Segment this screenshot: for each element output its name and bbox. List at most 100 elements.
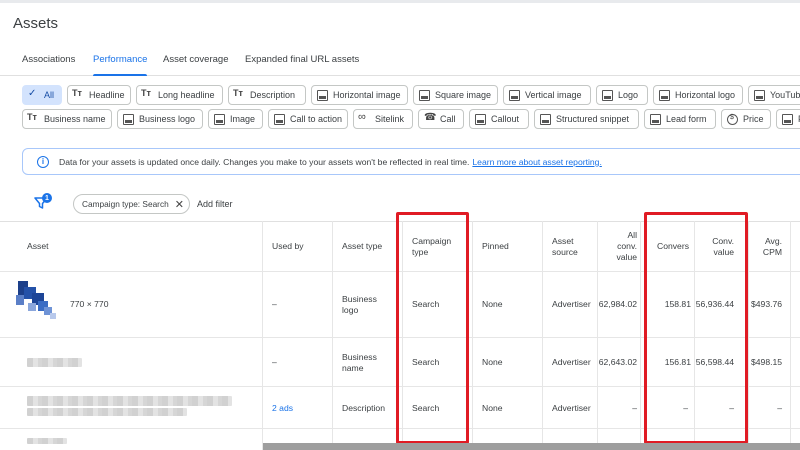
chip-all[interactable]: All	[22, 85, 62, 105]
price-icon	[727, 113, 738, 125]
chip-label: Call to action	[290, 114, 343, 124]
phone-icon	[424, 112, 436, 125]
cell-line: Business	[342, 352, 377, 362]
tab-expanded-final-url-assets[interactable]: Expanded final URL assets	[245, 54, 359, 76]
conversions-highlight	[644, 212, 748, 444]
column-divider	[262, 221, 263, 450]
header-line: CPM	[762, 247, 782, 257]
chip-label: Image	[230, 114, 256, 124]
tab-asset-coverage[interactable]: Asset coverage	[163, 54, 228, 76]
chip-callout[interactable]: Callout	[469, 109, 529, 129]
chip-label: Logo	[618, 90, 639, 100]
header-line: value	[616, 252, 637, 262]
chip-youtube[interactable]: YouTube	[748, 85, 800, 105]
avg-cpm-cell: –	[777, 403, 782, 413]
chip-business-logo[interactable]: Business logo	[117, 109, 203, 129]
chip-logo[interactable]: Logo	[596, 85, 648, 105]
tab-associations[interactable]: Associations	[22, 54, 75, 76]
pinned-cell: None	[482, 299, 503, 309]
chip-image[interactable]: Image	[208, 109, 263, 129]
used-by-cell: –	[272, 357, 277, 367]
header-pinned[interactable]: Pinned	[482, 241, 509, 252]
header-asset-source[interactable]: Asset source	[552, 236, 578, 258]
learn-more-link[interactable]: Learn more about asset reporting.	[472, 157, 601, 167]
chip-business-name[interactable]: Business name	[22, 109, 112, 129]
chip-price[interactable]: Price	[721, 109, 771, 129]
text-icon	[27, 112, 39, 125]
header-avg-cpm[interactable]: Avg. CPM	[750, 236, 782, 258]
add-filter-button[interactable]: Add filter	[197, 199, 233, 209]
form-icon	[650, 113, 661, 125]
video-icon	[754, 89, 765, 101]
used-by-cell: –	[272, 299, 277, 309]
header-line: Asset	[552, 236, 574, 246]
chip-horizontal-logo[interactable]: Horizontal logo	[653, 85, 743, 105]
redacted-asset-text	[27, 438, 67, 444]
column-divider	[542, 221, 543, 450]
page-title: Assets	[13, 15, 59, 32]
close-icon[interactable]: ✕	[175, 198, 184, 211]
image-icon	[123, 113, 134, 125]
chip-lead-form[interactable]: Lead form	[644, 109, 716, 129]
text-icon	[141, 88, 153, 101]
chip-label: Call	[440, 114, 456, 124]
chip-structured-snippet[interactable]: Structured snippet	[534, 109, 639, 129]
chip-headline[interactable]: Headline	[67, 85, 131, 105]
chip-description[interactable]: Description	[228, 85, 306, 105]
top-border	[0, 0, 800, 3]
chip-label: Structured snippet	[556, 114, 630, 124]
link-icon	[358, 111, 370, 125]
asset-source-cell: Advertiser	[552, 357, 591, 367]
filter-chip-label: Campaign type: Search	[82, 199, 169, 209]
redacted-asset-text	[27, 396, 232, 406]
chip-square-image[interactable]: Square image	[413, 85, 498, 105]
column-divider	[472, 221, 473, 450]
horizontal-scrollbar[interactable]	[263, 443, 800, 450]
chip-label: Long headline	[158, 90, 215, 100]
business-logo-thumbnail[interactable]	[16, 281, 61, 323]
campaign-type-filter-chip[interactable]: Campaign type: Search ✕	[73, 194, 190, 214]
chip-long-headline[interactable]: Long headline	[136, 85, 223, 105]
chip-label: Square image	[435, 90, 492, 100]
all-conv-value-cell: 62,984.02	[598, 299, 637, 309]
chip-label: All	[44, 90, 55, 100]
all-conv-value-cell: 62,643.02	[598, 357, 637, 367]
asset-source-cell: Advertiser	[552, 299, 591, 309]
chip-vertical-image[interactable]: Vertical image	[503, 85, 591, 105]
image-icon	[214, 113, 225, 125]
call-to-action-icon	[274, 113, 285, 125]
chip-label: Callout	[491, 114, 520, 124]
header-asset-type[interactable]: Asset type	[342, 241, 382, 252]
all-conv-value-cell: –	[632, 403, 637, 413]
chip-label: Description	[250, 90, 296, 100]
header-line: conv.	[617, 241, 637, 251]
cell-line: name	[342, 363, 364, 373]
pinned-cell: None	[482, 403, 503, 413]
column-divider	[790, 221, 791, 450]
chip-call[interactable]: Call	[418, 109, 464, 129]
chip-horizontal-image[interactable]: Horizontal image	[311, 85, 408, 105]
header-line: All	[627, 230, 637, 240]
chip-label: Sitelink	[375, 114, 405, 124]
chip-label: Headline	[89, 90, 125, 100]
header-asset[interactable]: Asset	[27, 241, 49, 252]
chip-sitelink[interactable]: Sitelink	[353, 109, 413, 129]
image-icon	[317, 89, 328, 101]
chip-label: Vertical image	[525, 90, 582, 100]
list-icon	[540, 113, 551, 125]
used-by-link[interactable]: 2 ads	[272, 403, 293, 413]
header-all-conv-value[interactable]: All conv. value	[598, 230, 637, 263]
pinned-cell: None	[482, 357, 503, 367]
filter-count-badge: 1	[42, 193, 52, 203]
asset-type-cell: Business logo	[342, 294, 377, 316]
header-used-by[interactable]: Used by	[272, 241, 304, 252]
chip-label: Price	[743, 114, 764, 124]
tab-performance[interactable]: Performance	[93, 54, 148, 76]
chip-promotion[interactable]: P	[776, 109, 800, 129]
chip-label: Business name	[44, 114, 106, 124]
chip-call-to-action[interactable]: Call to action	[268, 109, 348, 129]
asset-type-cell: Description	[342, 403, 385, 413]
image-icon	[659, 89, 670, 101]
cell-line: Business	[342, 294, 377, 304]
redacted-asset-text	[27, 358, 82, 367]
